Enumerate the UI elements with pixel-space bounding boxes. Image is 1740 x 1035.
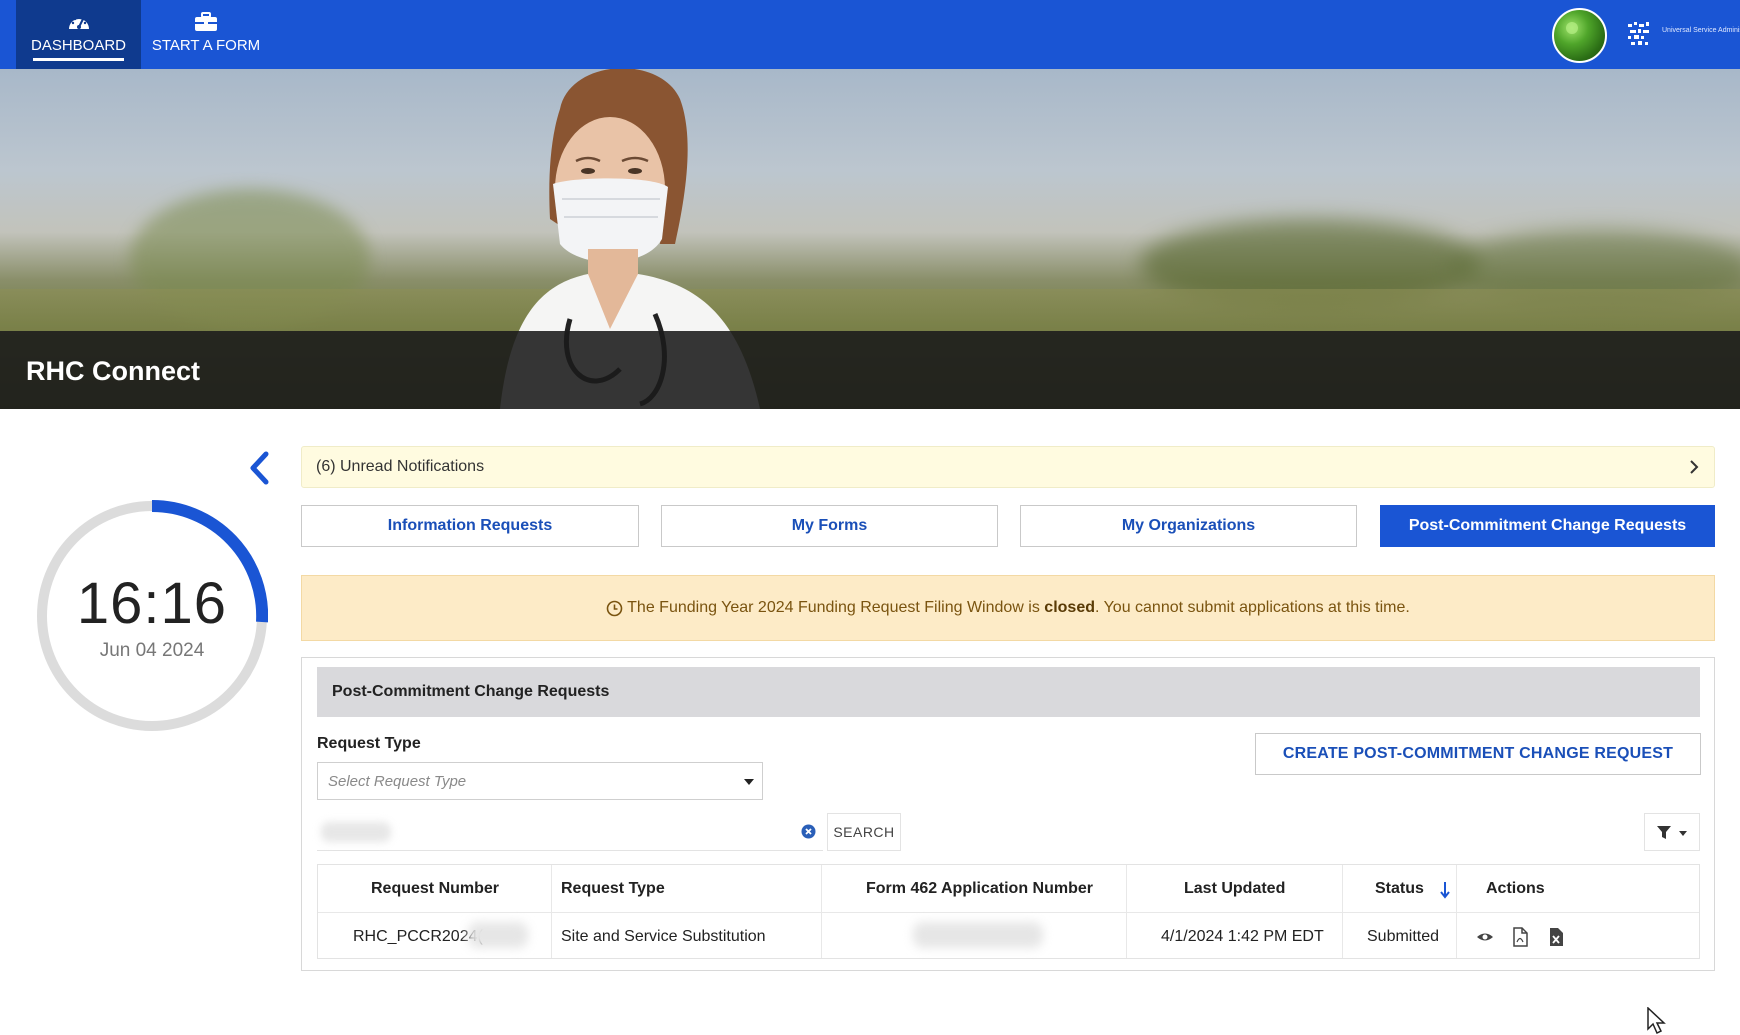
caret-down-icon: [744, 779, 754, 785]
clock-icon: [606, 600, 623, 616]
cell-request-number: RHC_PCCR2024(: [353, 928, 483, 945]
request-type-label: Request Type: [317, 735, 421, 752]
column-header-last-updated[interactable]: Last Updated: [1184, 880, 1285, 898]
unread-notifications-label: (6) Unread Notifications: [316, 458, 485, 475]
mouse-cursor-icon: [1647, 1007, 1666, 1035]
search-input-value-redacted: [321, 822, 391, 842]
filter-icon: [1657, 826, 1687, 839]
view-icon[interactable]: [1476, 927, 1494, 947]
column-header-request-number[interactable]: Request Number: [371, 880, 499, 898]
usac-logo: Universal Service Administrative Co.: [1626, 20, 1740, 52]
column-header-status[interactable]: Status: [1375, 880, 1424, 898]
post-commitment-panel: Post-Commitment Change Requests Request …: [301, 657, 1715, 971]
cell-status: Submitted: [1367, 928, 1440, 945]
unread-notifications-bar[interactable]: (6) Unread Notifications: [301, 446, 1715, 488]
alert-text-start: The Funding Year 2024 Funding Request Fi…: [627, 599, 1045, 616]
column-header-actions: Actions: [1486, 880, 1545, 897]
clear-search-icon[interactable]: [801, 824, 816, 839]
usac-logo-text: Universal Service Administrative Co.: [1662, 27, 1740, 34]
column-header-form-462-application-number[interactable]: Form 462 Application Number: [866, 880, 1093, 898]
search-button[interactable]: SEARCH: [827, 813, 901, 851]
panel-header: Post-Commitment Change Requests: [317, 667, 1700, 717]
alert-text-bold: closed: [1044, 599, 1095, 616]
clock-time: 16:16: [76, 571, 228, 636]
cell-request-number-redacted: [468, 922, 528, 948]
briefcase-icon: [195, 12, 217, 31]
chevron-right-icon: [1690, 460, 1699, 474]
tab-post-commitment-change-requests[interactable]: Post-Commitment Change Requests: [1380, 505, 1715, 547]
top-navigation-bar: DASHBOARD START A FORM Universal Service…: [0, 0, 1740, 69]
filing-window-alert: The Funding Year 2024 Funding Request Fi…: [301, 575, 1715, 641]
usac-logo-mark: [1628, 22, 1649, 45]
nav-dashboard[interactable]: DASHBOARD: [16, 0, 141, 69]
tab-my-forms[interactable]: My Forms: [661, 505, 998, 547]
user-avatar[interactable]: [1552, 8, 1607, 63]
nav-dashboard-label: DASHBOARD: [30, 37, 127, 54]
panel-title: Post-Commitment Change Requests: [332, 683, 610, 700]
search-input[interactable]: [317, 813, 823, 851]
filter-dropdown-button[interactable]: [1644, 813, 1700, 851]
page-title: RHC Connect: [26, 356, 200, 386]
cell-form-462-number-redacted: [913, 922, 1043, 948]
tab-information-requests[interactable]: Information Requests: [301, 505, 639, 547]
chevron-left-icon[interactable]: [248, 451, 272, 485]
create-post-commitment-change-request-button[interactable]: CREATE POST-COMMITMENT CHANGE REQUEST: [1255, 733, 1701, 775]
cell-last-updated: 4/1/2024 1:42 PM EDT: [1161, 928, 1324, 945]
hero-title-band: [0, 331, 1740, 409]
request-type-select[interactable]: Select Request Type: [317, 762, 763, 800]
column-header-request-type[interactable]: Request Type: [561, 880, 665, 898]
nav-start-a-form-label: START A FORM: [151, 37, 261, 54]
requests-table: Request Number Request Type Form 462 App…: [317, 864, 1700, 959]
nav-start-a-form[interactable]: START A FORM: [141, 0, 271, 69]
sort-descending-icon[interactable]: [1440, 881, 1450, 899]
alert-text-end: . You cannot submit applications at this…: [1094, 599, 1410, 616]
clock-date: Jun 04 2024: [99, 640, 205, 661]
dashboard-gauge-icon: [68, 16, 89, 29]
excel-icon[interactable]: [1547, 927, 1565, 947]
request-type-placeholder: Select Request Type: [328, 773, 467, 790]
tab-my-organizations[interactable]: My Organizations: [1020, 505, 1357, 547]
pdf-icon[interactable]: [1511, 927, 1529, 947]
active-tab-underline: [33, 58, 124, 61]
cell-request-type: Site and Service Substitution: [561, 928, 766, 945]
clock-widget: 16:16 Jun 04 2024: [36, 499, 269, 732]
